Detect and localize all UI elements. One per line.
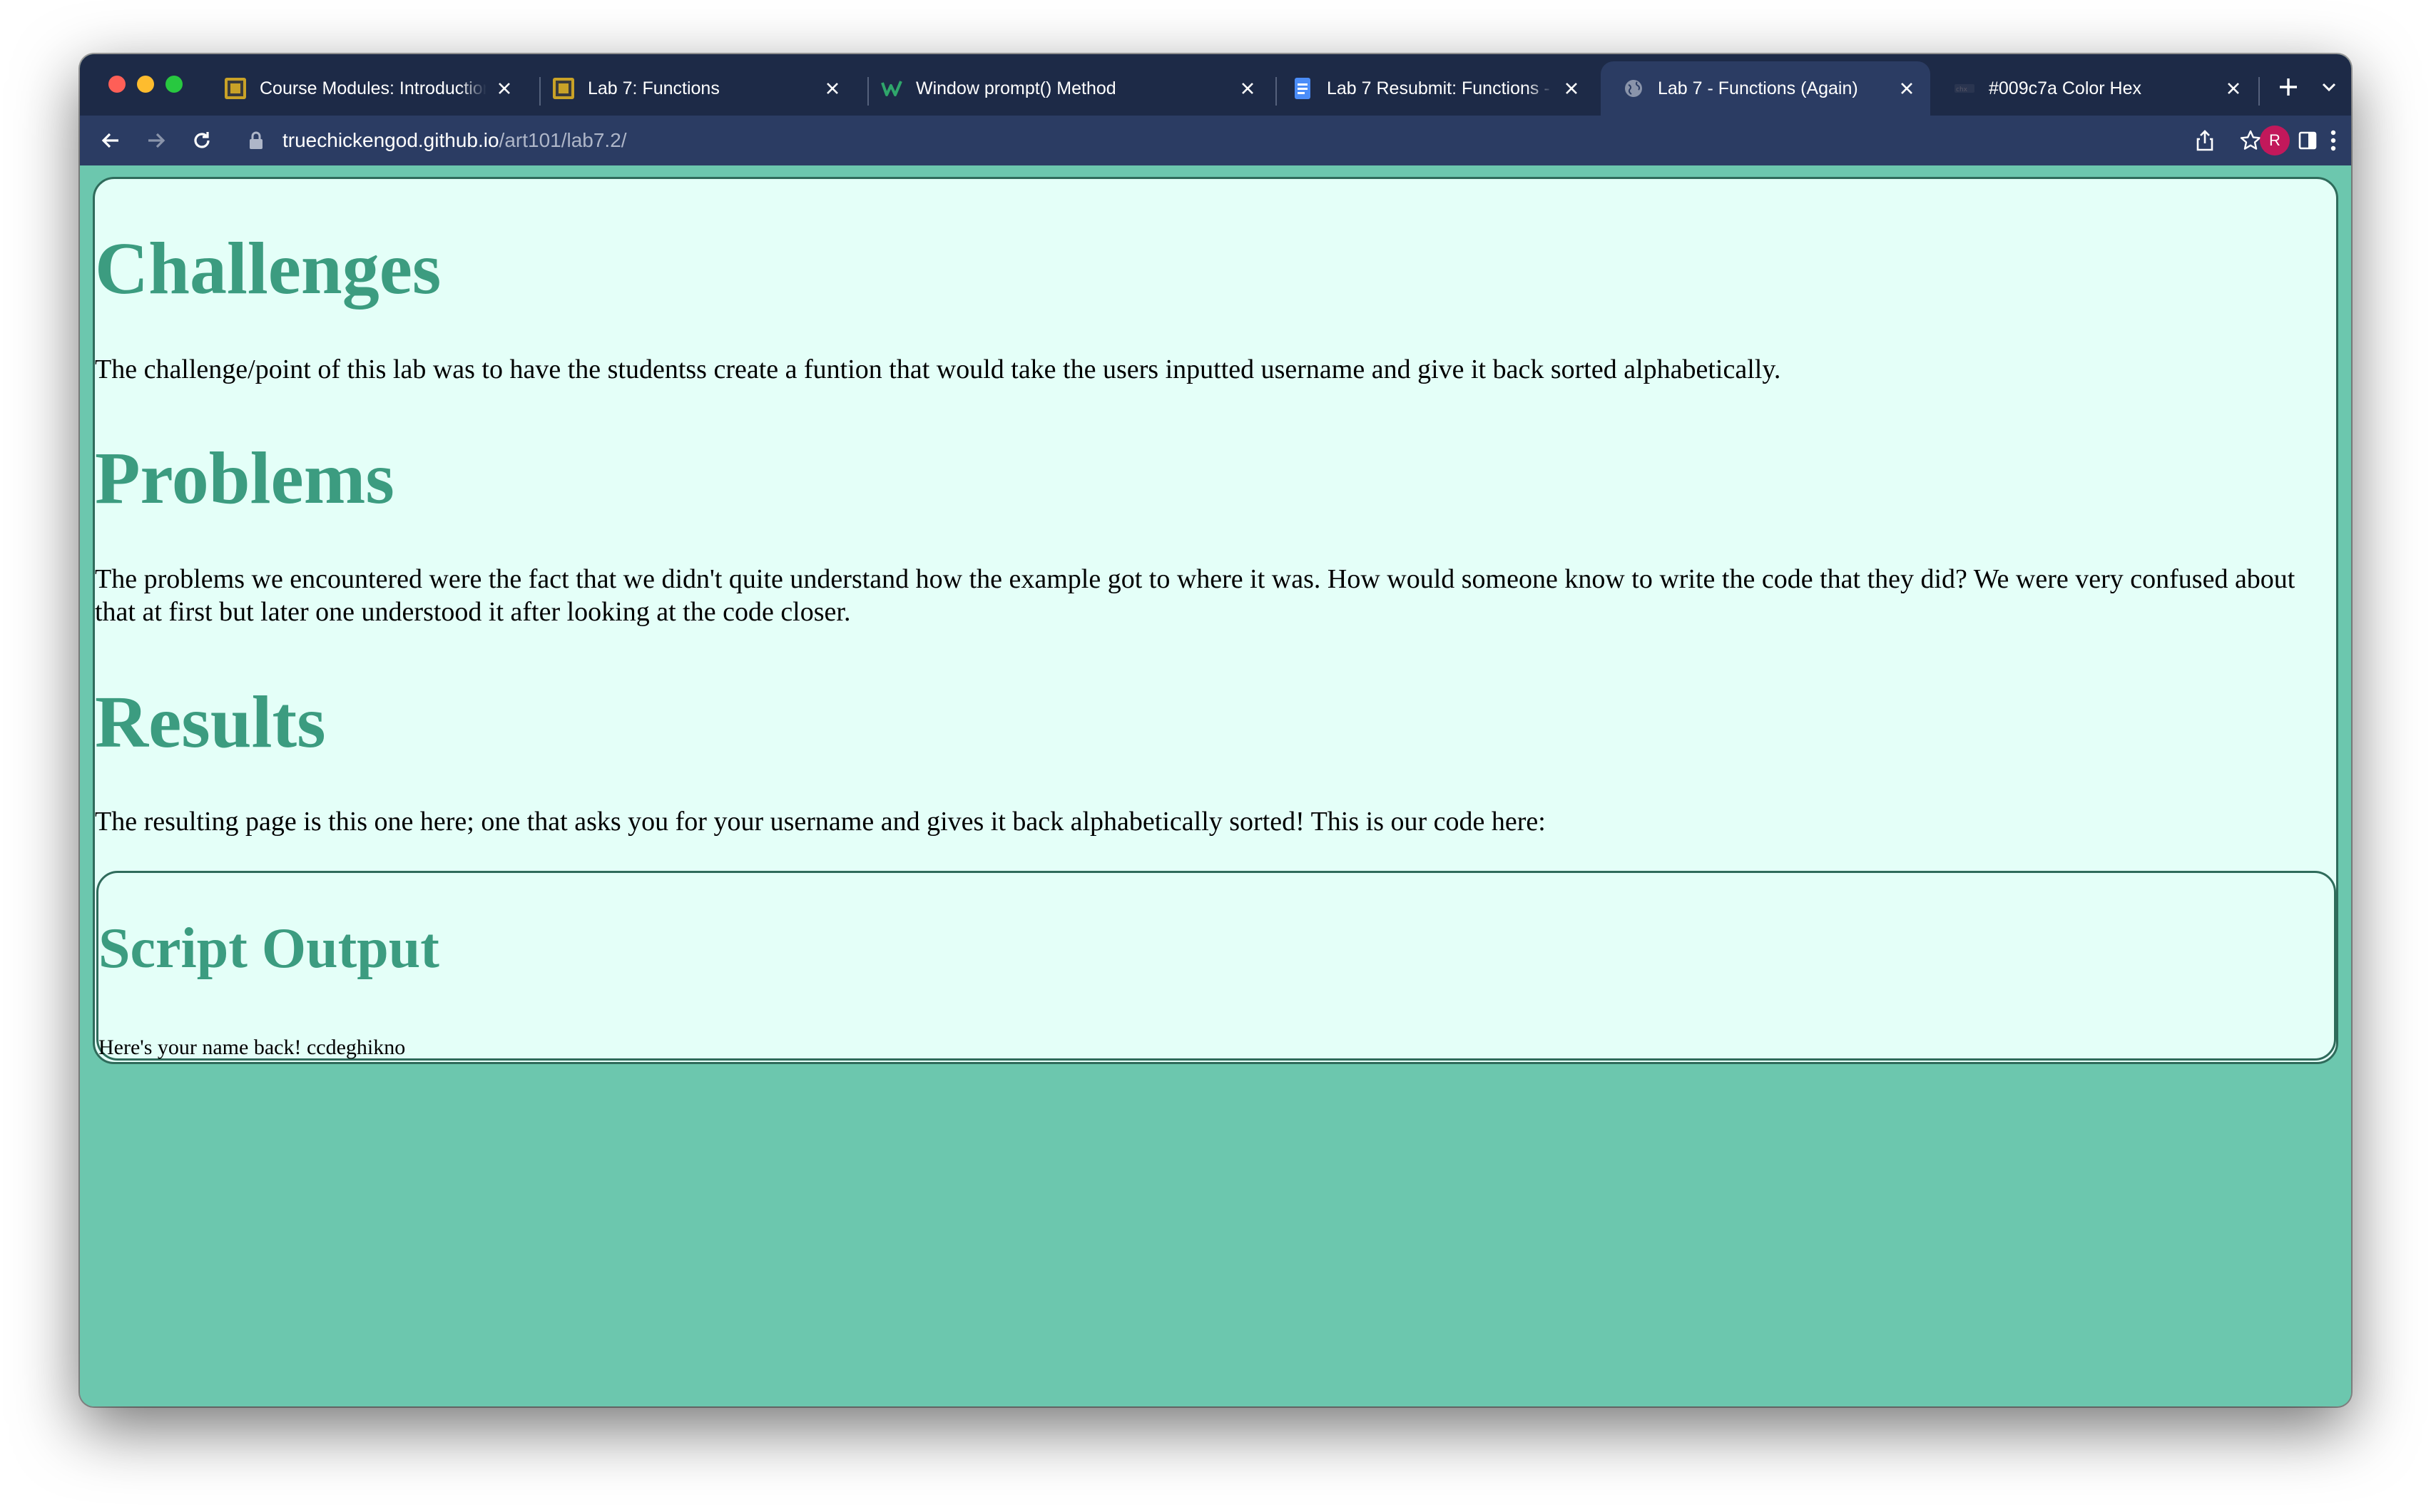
url-path: /art101/lab7.2/: [499, 129, 627, 151]
tab-title: Window prompt() Method: [916, 78, 1116, 98]
new-tab-button[interactable]: [2275, 74, 2301, 100]
close-icon[interactable]: [2223, 78, 2244, 99]
svg-text:chx: chx: [1956, 86, 1968, 93]
course-logo-icon: [552, 77, 575, 100]
kebab-menu-icon: [2330, 130, 2336, 151]
side-panel-icon: [2298, 131, 2317, 150]
tab-lab7-resubmit[interactable]: Lab 7 Resubmit: Functions - Google Docs: [1270, 61, 1595, 116]
share-icon: [2196, 130, 2213, 151]
w3schools-icon: [880, 77, 903, 100]
challenges-heading: Challenges: [95, 228, 442, 310]
web-page: Challenges The challenge/point of this l…: [80, 165, 2351, 1406]
script-output-heading: Script Output: [98, 917, 439, 980]
tab-window-prompt[interactable]: Window prompt() Method: [859, 61, 1271, 116]
share-button[interactable]: [2190, 126, 2220, 155]
script-output-text: Here's your name back! ccdeghikno: [98, 1036, 406, 1059]
tab-title: Lab 7 - Functions (Again): [1658, 78, 1858, 98]
tab-title: Lab 7: Functions: [588, 78, 720, 98]
forward-button[interactable]: [141, 126, 171, 155]
docs-icon: [1291, 77, 1314, 100]
results-heading: Results: [95, 681, 326, 763]
tab-title: Lab 7 Resubmit: Functions - Google Docs: [1327, 78, 1554, 98]
arrow-left-icon: [101, 133, 118, 148]
close-icon[interactable]: [494, 78, 515, 99]
lock-icon[interactable]: [245, 130, 267, 151]
browser-window: Course Modules: Introduction Lab 7: Func…: [80, 54, 2351, 1406]
globe-icon: [1622, 77, 1645, 100]
script-output-box: Script Output Here's your name back! ccd…: [96, 871, 2336, 1061]
challenges-text: The challenge/point of this lab was to h…: [95, 354, 1781, 384]
tab-lab7-functions[interactable]: Lab 7: Functions: [531, 61, 856, 116]
close-window-button[interactable]: [108, 76, 126, 93]
colorhex-icon: chx: [1953, 77, 1976, 100]
tab-color-hex[interactable]: chx #009c7a Color Hex: [1932, 61, 2257, 116]
plus-icon: [2280, 78, 2297, 96]
tab-lab7-again[interactable]: Lab 7 - Functions (Again): [1601, 61, 1930, 116]
close-icon[interactable]: [822, 78, 843, 99]
course-logo-icon: [224, 77, 247, 100]
tab-strip: Course Modules: Introduction Lab 7: Func…: [80, 54, 2351, 116]
zoom-window-button[interactable]: [165, 76, 183, 93]
tab-course-modules[interactable]: Course Modules: Introduction: [203, 61, 528, 116]
chevron-down-icon: [2322, 83, 2336, 92]
address-bar[interactable]: truechickengod.github.io/art101/lab7.2/: [233, 121, 2144, 160]
arrow-right-icon: [148, 133, 165, 148]
browser-menu-button[interactable]: [2318, 126, 2348, 155]
results-text: The resulting page is this one here; one…: [95, 807, 1546, 837]
browser-toolbar: truechickengod.github.io/art101/lab7.2/ …: [80, 116, 2351, 165]
tab-search-button[interactable]: [2318, 78, 2340, 96]
close-icon[interactable]: [1896, 78, 1917, 99]
close-icon[interactable]: [1561, 78, 1582, 99]
tab-title: Course Modules: Introduction: [260, 78, 486, 98]
minimize-window-button[interactable]: [137, 76, 154, 93]
url-host: truechickengod.github.io: [282, 129, 499, 151]
problems-text: The problems we encountered were the fac…: [95, 564, 2295, 627]
star-icon: [2240, 130, 2261, 150]
tab-separator: [2258, 77, 2260, 106]
problems-heading: Problems: [95, 437, 394, 519]
reload-button[interactable]: [187, 126, 217, 155]
close-icon[interactable]: [1237, 78, 1258, 99]
back-button[interactable]: [96, 126, 126, 155]
content-card: Challenges The challenge/point of this l…: [93, 177, 2338, 1064]
tab-title: #009c7a Color Hex: [1989, 78, 2142, 98]
reload-icon: [194, 132, 210, 148]
profile-avatar[interactable]: R: [2260, 126, 2290, 155]
